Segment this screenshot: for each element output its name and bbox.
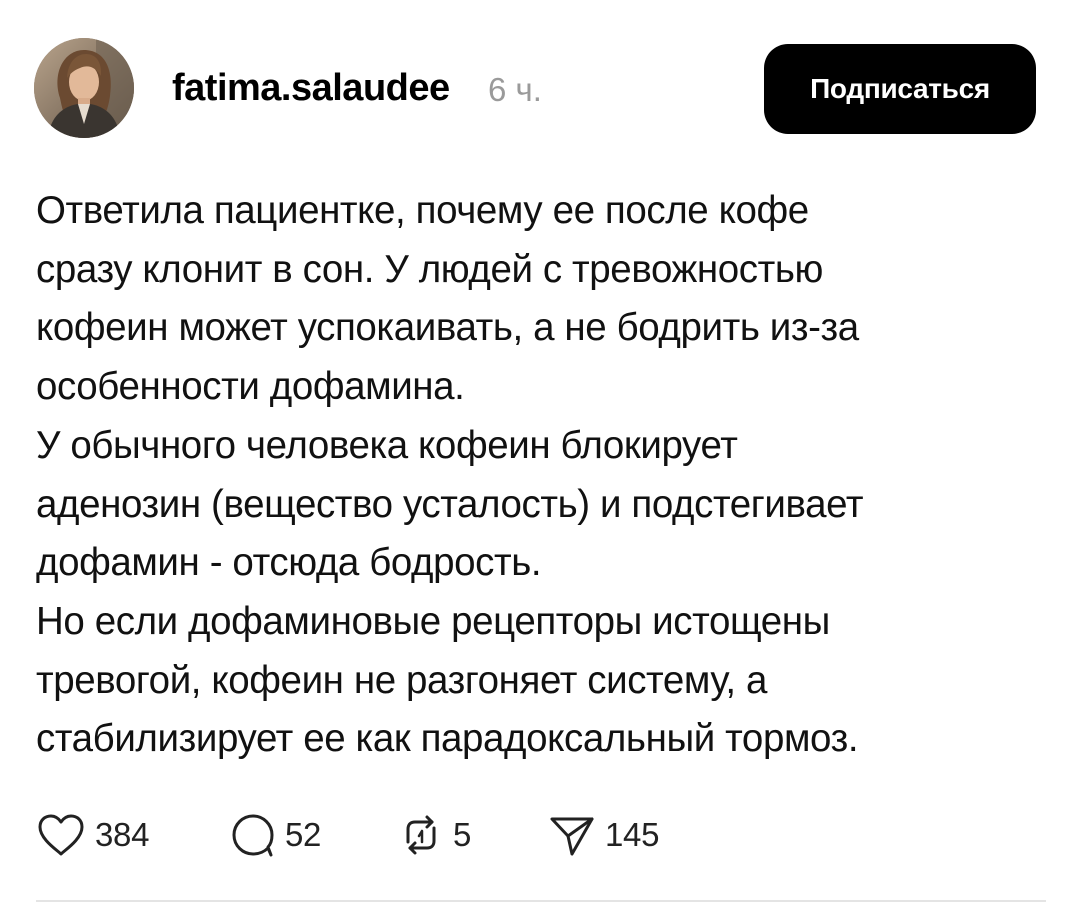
repost-arrows-icon bbox=[406, 815, 436, 855]
like-count: 384 bbox=[95, 816, 150, 853]
paper-plane-icon bbox=[550, 817, 594, 856]
post-text-line: тревогой, кофеин не разгоняет систему, а bbox=[36, 658, 767, 702]
post-text-line: сразу клонит в сон. У людей с тревожност… bbox=[36, 247, 823, 291]
speech-bubble-icon bbox=[232, 814, 274, 857]
post-timestamp: 6 ч. bbox=[488, 71, 542, 108]
post-text-line: Ответила пациентке, почему ее после кофе bbox=[36, 189, 809, 232]
share-count: 145 bbox=[605, 816, 660, 853]
post-text-line: кофеин может успокаивать, а не бодрить и… bbox=[36, 306, 859, 350]
post-text-line: Но если дофаминовые рецепторы истощены bbox=[36, 599, 830, 643]
repost-count: 5 bbox=[453, 816, 472, 853]
avatar[interactable] bbox=[34, 38, 134, 138]
post-text-line: стабилизирует ее как парадоксальный торм… bbox=[36, 717, 859, 761]
reply-button[interactable]: 52 bbox=[230, 810, 321, 860]
heart-icon bbox=[38, 814, 84, 856]
post-text: Ответила пациентке, почему ее после кофе… bbox=[36, 182, 1046, 769]
post-text-line: У обычного человека кофеин блокирует bbox=[36, 423, 738, 467]
author-username[interactable]: fatima.salaudee bbox=[172, 66, 450, 110]
post-text-line: аденозин (вещество усталость) и подстеги… bbox=[36, 482, 864, 526]
like-button[interactable]: 384 bbox=[36, 810, 149, 860]
follow-button[interactable]: Подписаться bbox=[764, 44, 1036, 134]
divider bbox=[36, 900, 1046, 902]
post-text-line: особенности дофамина. bbox=[36, 365, 465, 409]
post-text-line: дофамин - отсюда бодрость. bbox=[36, 541, 542, 585]
post-card: fatima.salaudee 6 ч. Подписаться Ответил… bbox=[0, 0, 1080, 905]
repost-button[interactable]: 5 bbox=[398, 810, 471, 860]
reply-count: 52 bbox=[285, 816, 322, 853]
avatar-photo bbox=[34, 38, 134, 138]
share-button[interactable]: 145 bbox=[548, 810, 659, 860]
